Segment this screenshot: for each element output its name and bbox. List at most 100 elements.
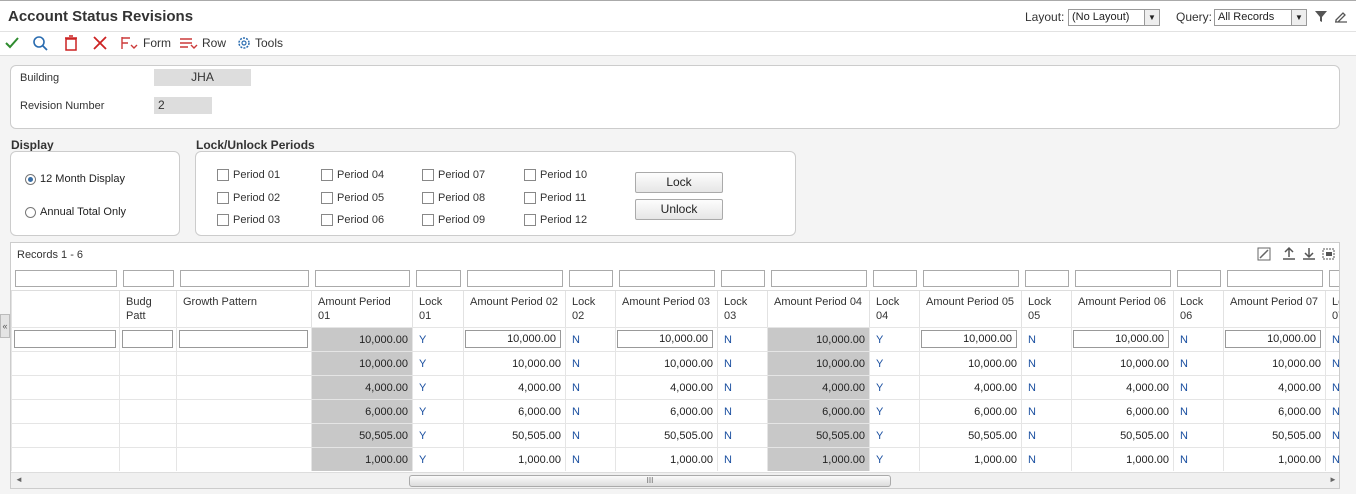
maximize-grid-icon[interactable] <box>1321 246 1337 261</box>
form-menu[interactable]: Form <box>120 35 171 51</box>
edit-icon[interactable] <box>1334 9 1348 23</box>
lock-flag-cell[interactable]: N <box>1021 399 1071 423</box>
amount-cell[interactable]: 10,000.00 <box>767 327 869 351</box>
amount-cell[interactable]: 6,000.00 <box>919 399 1021 423</box>
amount-cell[interactable]: 10,000.00 <box>1071 351 1173 375</box>
column-header[interactable]: Amount Period 06 <box>1071 291 1173 327</box>
amount-cell[interactable]: 6,000.00 <box>1071 399 1173 423</box>
column-header[interactable]: Lock 01 <box>412 291 463 327</box>
column-header[interactable]: Amount Period 07 <box>1223 291 1325 327</box>
amount-cell[interactable]: 6,000.00 <box>311 399 412 423</box>
lock-flag-cell[interactable]: N <box>1173 375 1223 399</box>
amount-cell[interactable]: 6,000.00 <box>463 399 565 423</box>
row-input[interactable] <box>122 330 173 348</box>
period-checkbox[interactable]: Period 11 <box>524 192 586 204</box>
grid-cell[interactable] <box>176 447 311 471</box>
period-checkbox[interactable]: Period 04 <box>321 169 384 181</box>
lock-flag-cell[interactable]: N <box>717 375 767 399</box>
qbe-filter-input[interactable] <box>416 270 461 287</box>
grid-cell[interactable] <box>119 351 176 375</box>
amount-cell[interactable]: 50,505.00 <box>1223 423 1325 447</box>
amount-input[interactable]: 10,000.00 <box>1225 330 1321 348</box>
grid-cell[interactable] <box>11 399 119 423</box>
tools-menu[interactable]: Tools <box>236 35 283 51</box>
column-header[interactable]: Amount Period 01 <box>311 291 412 327</box>
row-input[interactable] <box>14 330 116 348</box>
qbe-filter-input[interactable] <box>1025 270 1069 287</box>
lock-flag-cell[interactable]: N <box>717 327 767 351</box>
amount-cell[interactable]: 50,505.00 <box>615 423 717 447</box>
amount-cell[interactable]: 50,505.00 <box>767 423 869 447</box>
column-header[interactable]: Growth Pattern <box>176 291 311 327</box>
lock-flag-cell[interactable]: N <box>1021 375 1071 399</box>
period-checkbox[interactable]: Period 01 <box>217 169 280 181</box>
grid-cell[interactable] <box>119 423 176 447</box>
lock-flag-cell[interactable]: N <box>717 447 767 471</box>
amount-cell[interactable]: 6,000.00 <box>767 399 869 423</box>
filter-icon[interactable] <box>1314 10 1328 23</box>
lock-flag-cell[interactable]: Y <box>869 399 919 423</box>
lock-flag-cell[interactable]: Y <box>869 327 919 351</box>
qbe-filter-input[interactable] <box>771 270 867 287</box>
lock-flag-cell[interactable]: N <box>1021 447 1071 471</box>
period-checkbox[interactable]: Period 12 <box>524 214 587 226</box>
period-checkbox[interactable]: Period 03 <box>217 214 280 226</box>
qbe-filter-input[interactable] <box>923 270 1019 287</box>
lock-flag-cell[interactable]: Y <box>869 423 919 447</box>
lock-flag-cell[interactable]: Y <box>412 351 463 375</box>
grid-cell[interactable] <box>119 375 176 399</box>
grid-cell[interactable] <box>11 423 119 447</box>
lock-flag-cell[interactable]: Y <box>869 375 919 399</box>
lock-flag-cell[interactable]: N <box>565 351 615 375</box>
column-header[interactable]: Budg Patt <box>119 291 176 327</box>
amount-cell[interactable]: 10,000.00 <box>463 351 565 375</box>
cancel-x-icon[interactable] <box>92 35 108 51</box>
grid-cell[interactable] <box>176 423 311 447</box>
import-icon[interactable] <box>1301 246 1317 261</box>
lock-flag-cell[interactable]: N <box>565 375 615 399</box>
amount-cell[interactable]: 10,000.00 <box>311 351 412 375</box>
grid-cell[interactable] <box>11 447 119 471</box>
qbe-filter-input[interactable] <box>873 270 917 287</box>
period-checkbox[interactable]: Period 08 <box>422 192 485 204</box>
amount-input[interactable]: 10,000.00 <box>617 330 713 348</box>
lock-flag-cell[interactable]: N <box>565 423 615 447</box>
amount-cell[interactable]: 1,000.00 <box>919 447 1021 471</box>
qbe-filter-input[interactable] <box>619 270 715 287</box>
amount-cell[interactable]: 50,505.00 <box>311 423 412 447</box>
amount-cell[interactable]: 50,505.00 <box>463 423 565 447</box>
amount-input[interactable]: 10,000.00 <box>465 330 561 348</box>
export-icon[interactable] <box>1281 246 1297 261</box>
column-header[interactable]: Lock 05 <box>1021 291 1071 327</box>
lock-flag-cell[interactable]: N <box>1173 327 1223 351</box>
lock-flag-cell[interactable]: N <box>1021 423 1071 447</box>
amount-cell[interactable]: 4,000.00 <box>463 375 565 399</box>
lock-flag-cell[interactable]: Y <box>412 375 463 399</box>
amount-cell[interactable]: 6,000.00 <box>1223 399 1325 423</box>
amount-cell[interactable]: 1,000.00 <box>311 447 412 471</box>
search-icon[interactable] <box>32 35 48 51</box>
amount-cell[interactable]: 10,000.00 <box>1223 351 1325 375</box>
period-checkbox[interactable]: Period 07 <box>422 169 485 181</box>
grid-cell[interactable] <box>176 399 311 423</box>
lock-flag-cell[interactable]: N <box>1325 375 1339 399</box>
lock-flag-cell[interactable]: N <box>717 399 767 423</box>
qbe-filter-input[interactable] <box>569 270 613 287</box>
lock-flag-cell[interactable]: N <box>1325 423 1339 447</box>
amount-cell[interactable]: 6,000.00 <box>615 399 717 423</box>
lock-flag-cell[interactable]: N <box>1021 327 1071 351</box>
amount-cell[interactable]: 1,000.00 <box>463 447 565 471</box>
amount-cell[interactable]: 50,505.00 <box>919 423 1021 447</box>
lock-flag-cell[interactable]: N <box>717 423 767 447</box>
scroll-right-icon[interactable]: ► <box>1329 475 1337 484</box>
amount-cell[interactable]: 4,000.00 <box>919 375 1021 399</box>
grid-cell[interactable] <box>176 375 311 399</box>
column-header[interactable]: Lock 03 <box>717 291 767 327</box>
column-header[interactable]: Amount Period 02 <box>463 291 565 327</box>
lock-flag-cell[interactable]: N <box>1325 351 1339 375</box>
column-header[interactable] <box>11 291 119 327</box>
scroll-thumb[interactable]: III <box>409 475 891 487</box>
amount-cell[interactable]: 10,000.00 <box>767 351 869 375</box>
grid-cell[interactable] <box>11 375 119 399</box>
lock-flag-cell[interactable]: N <box>1021 351 1071 375</box>
